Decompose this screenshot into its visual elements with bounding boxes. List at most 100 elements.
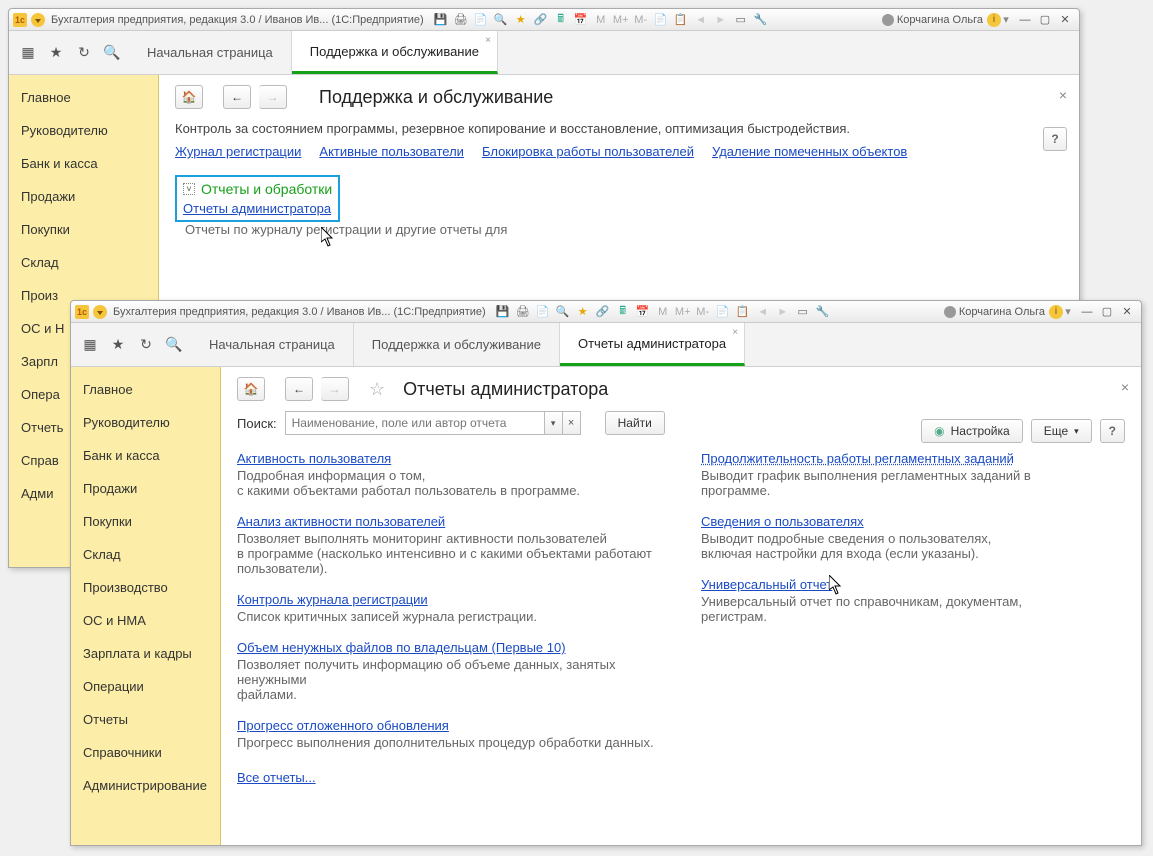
sidebar-item[interactable]: Склад — [71, 538, 220, 571]
sidebar-item[interactable]: Справочники — [71, 736, 220, 769]
sidebar-item[interactable]: Руководителю — [71, 406, 220, 439]
back-icon[interactable]: ◄ — [692, 12, 710, 28]
apps-icon[interactable]: ▦ — [81, 336, 99, 354]
sidebar-item[interactable]: Администрирование — [71, 769, 220, 802]
favorite-icon[interactable]: ★ — [574, 304, 592, 320]
new-icon[interactable]: 📄 — [652, 12, 670, 28]
print-icon[interactable]: 🖨 — [452, 12, 470, 28]
section-title[interactable]: ˅ Отчеты и обработки — [183, 181, 332, 197]
sidebar-item[interactable]: Главное — [9, 81, 158, 114]
preview-icon[interactable]: 🔍 — [492, 12, 510, 28]
m-icon[interactable]: M — [592, 12, 610, 28]
info-dd-icon[interactable]: ▾ — [1063, 304, 1073, 320]
report-link[interactable]: Сведения о пользователях — [701, 514, 864, 529]
app-menu-dropdown[interactable] — [31, 13, 45, 27]
all-reports-link[interactable]: Все отчеты... — [237, 770, 316, 785]
link-journal[interactable]: Журнал регистрации — [175, 144, 301, 159]
calendar-icon[interactable]: 📅 — [572, 12, 590, 28]
windows-icon[interactable]: ▭ — [732, 12, 750, 28]
sidebar-item[interactable]: Банк и касса — [9, 147, 158, 180]
preview-icon[interactable]: 🔍 — [554, 304, 572, 320]
close-page-icon[interactable]: × — [1059, 87, 1067, 103]
tools-icon[interactable]: 🔧 — [752, 12, 770, 28]
mplus-icon[interactable]: M+ — [612, 12, 630, 28]
minimize-button[interactable]: — — [1077, 304, 1097, 320]
sidebar-item[interactable]: Производство — [71, 571, 220, 604]
link-active-users[interactable]: Активные пользователи — [319, 144, 464, 159]
tab-start-page[interactable]: Начальная страница — [129, 31, 292, 74]
favorite-star-icon[interactable]: ☆ — [369, 379, 385, 400]
sidebar-item[interactable]: Покупки — [9, 213, 158, 246]
tab-support[interactable]: Поддержка и обслуживание — [354, 323, 560, 366]
new-icon[interactable]: 📄 — [714, 304, 732, 320]
maximize-button[interactable]: ▢ — [1035, 12, 1055, 28]
find-button[interactable]: Найти — [605, 411, 665, 435]
history-icon[interactable]: ↻ — [75, 44, 93, 62]
m-icon[interactable]: M — [654, 304, 672, 320]
sidebar-item[interactable]: Отчеты — [71, 703, 220, 736]
report-link[interactable]: Продолжительность работы регламентных за… — [701, 451, 1014, 466]
back-button[interactable]: ← — [223, 85, 251, 109]
sidebar-item[interactable]: Руководителю — [9, 114, 158, 147]
tab-close-icon[interactable]: × — [485, 35, 491, 46]
help-button[interactable]: ? — [1100, 419, 1125, 443]
search-dropdown[interactable]: ▾ — [545, 411, 563, 435]
tab-close-icon[interactable]: × — [732, 327, 738, 338]
sidebar-item[interactable]: Продажи — [71, 472, 220, 505]
calc-icon[interactable]: 🖩 — [614, 304, 632, 320]
settings-button[interactable]: ◉ Настройка — [921, 419, 1023, 443]
user-badge[interactable]: Корчагина Ольга — [882, 14, 983, 26]
back-button[interactable]: ← — [285, 377, 313, 401]
tab-support[interactable]: Поддержка и обслуживание × — [292, 31, 498, 74]
mplus-icon[interactable]: M+ — [674, 304, 692, 320]
user-badge[interactable]: Корчагина Ольга — [944, 306, 1045, 318]
save-icon[interactable]: 💾 — [494, 304, 512, 320]
maximize-button[interactable]: ▢ — [1097, 304, 1117, 320]
fwd-icon[interactable]: ► — [774, 304, 792, 320]
info-icon[interactable]: i — [987, 13, 1001, 27]
sidebar-item[interactable]: Склад — [9, 246, 158, 279]
sidebar-item[interactable]: Продажи — [9, 180, 158, 213]
back-icon[interactable]: ◄ — [754, 304, 772, 320]
star-icon[interactable]: ★ — [109, 336, 127, 354]
windows-icon[interactable]: ▭ — [794, 304, 812, 320]
forward-button[interactable]: → — [321, 377, 349, 401]
apps-icon[interactable]: ▦ — [19, 44, 37, 62]
more-button[interactable]: Еще ▾ — [1031, 419, 1092, 443]
minimize-button[interactable]: — — [1015, 12, 1035, 28]
report-link-universal[interactable]: Универсальный отчет — [701, 577, 832, 592]
report-link[interactable]: Анализ активности пользователей — [237, 514, 445, 529]
favorite-icon[interactable]: ★ — [512, 12, 530, 28]
copy-icon[interactable]: 📋 — [672, 12, 690, 28]
link-block-users[interactable]: Блокировка работы пользователей — [482, 144, 694, 159]
link-icon[interactable]: 🔗 — [594, 304, 612, 320]
search-input[interactable] — [285, 411, 545, 435]
print-icon[interactable]: 🖨 — [514, 304, 532, 320]
info-icon[interactable]: i — [1049, 305, 1063, 319]
close-page-icon[interactable]: × — [1121, 379, 1129, 395]
sidebar-item[interactable]: Операции — [71, 670, 220, 703]
star-icon[interactable]: ★ — [47, 44, 65, 62]
tab-start-page[interactable]: Начальная страница — [191, 323, 354, 366]
copy-icon[interactable]: 📋 — [734, 304, 752, 320]
mminus-icon[interactable]: M- — [694, 304, 712, 320]
fwd-icon[interactable]: ► — [712, 12, 730, 28]
sidebar-item[interactable]: Покупки — [71, 505, 220, 538]
save-icon[interactable]: 💾 — [432, 12, 450, 28]
close-button[interactable]: ✕ — [1055, 12, 1075, 28]
info-dd-icon[interactable]: ▾ — [1001, 12, 1011, 28]
doc-icon[interactable]: 📄 — [472, 12, 490, 28]
chevron-down-icon[interactable]: ˅ — [183, 183, 195, 195]
sidebar-item[interactable]: Зарплата и кадры — [71, 637, 220, 670]
link-delete-marked[interactable]: Удаление помеченных объектов — [712, 144, 907, 159]
report-link[interactable]: Активность пользователя — [237, 451, 391, 466]
sidebar-item[interactable]: ОС и НМА — [71, 604, 220, 637]
report-link[interactable]: Прогресс отложенного обновления — [237, 718, 449, 733]
tools-icon[interactable]: 🔧 — [814, 304, 832, 320]
search-icon[interactable]: 🔍 — [103, 44, 121, 62]
link-icon[interactable]: 🔗 — [532, 12, 550, 28]
report-link[interactable]: Контроль журнала регистрации — [237, 592, 428, 607]
close-button[interactable]: ✕ — [1117, 304, 1137, 320]
help-button[interactable]: ? — [1043, 127, 1067, 151]
app-menu-dropdown[interactable] — [93, 305, 107, 319]
